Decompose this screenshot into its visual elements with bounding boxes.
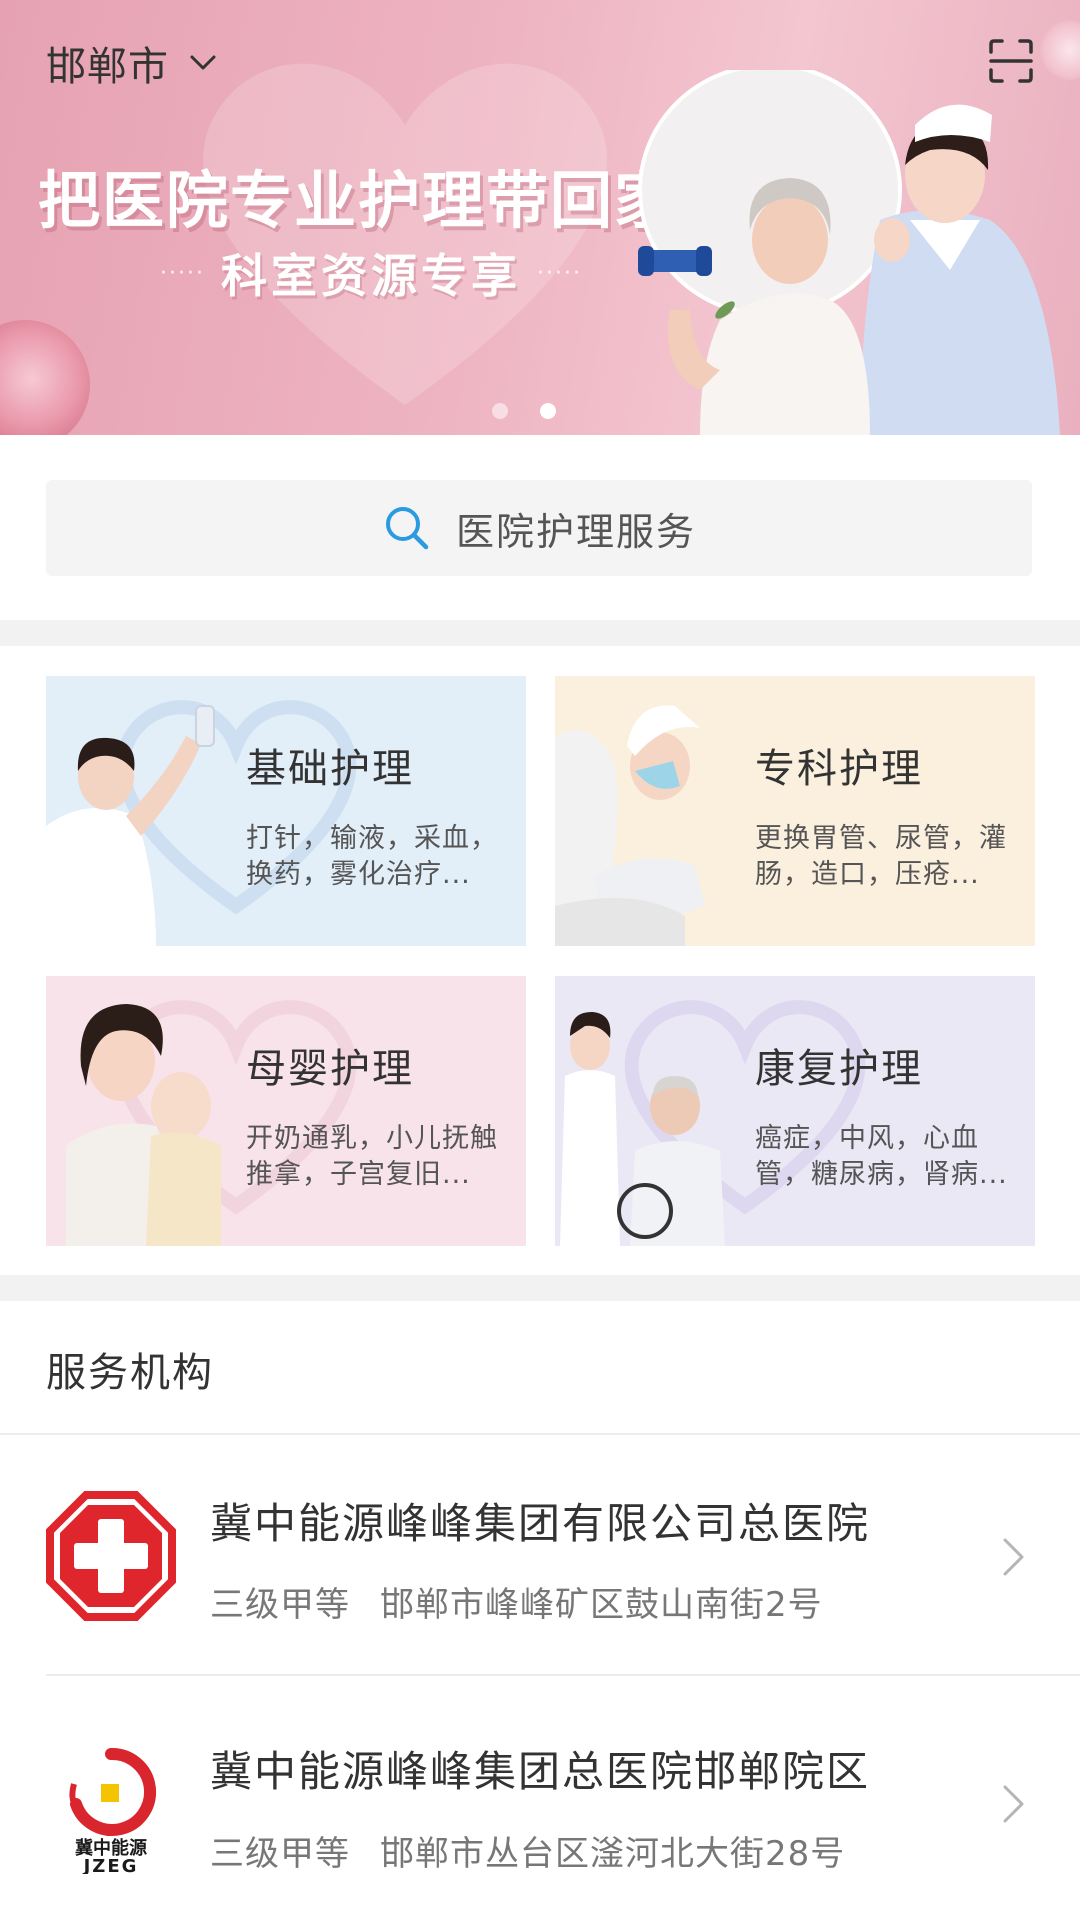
- institution-item[interactable]: 冀中能源 JZEG 冀中能源峰峰集团总医院邯郸院区 三级甲等 邯郸市丛台区滏河北…: [0, 1676, 1080, 1921]
- dotted-line: ·····: [536, 260, 582, 286]
- section-title-institutions: 服务机构: [46, 1350, 214, 1396]
- carousel-indicator[interactable]: [492, 403, 556, 419]
- hero-banner[interactable]: 邯郸市 把医院专业护理带回家 ····· 科室资源专享 ·····: [0, 0, 1080, 435]
- section-divider: [0, 1275, 1080, 1301]
- institution-name: 冀中能源峰峰集团总医院邯郸院区: [210, 1747, 871, 1796]
- service-desc: 打针，输液，采血，换药，雾化治疗...: [246, 823, 498, 890]
- institution-level: 三级甲等: [210, 1834, 350, 1874]
- service-title: 康复护理: [755, 1046, 923, 1092]
- institution-name: 冀中能源峰峰集团有限公司总医院: [210, 1499, 871, 1548]
- jzeg-logo: 冀中能源 JZEG: [69, 1747, 157, 1874]
- service-card-basic-nursing[interactable]: 基础护理 打针，输液，采血，换药，雾化治疗...: [46, 676, 526, 946]
- service-card-rehabilitation-nursing[interactable]: 康复护理 癌症，中风，心血管，糖尿病，肾病...: [555, 976, 1035, 1246]
- banner-subslogan-row: ····· 科室资源专享 ·····: [160, 240, 582, 306]
- city-selector[interactable]: 邯郸市: [46, 38, 219, 90]
- service-card-specialty-nursing[interactable]: 专科护理 更换胃管、尿管，灌肠，造口，压疮...: [555, 676, 1035, 946]
- section-divider: [0, 620, 1080, 646]
- chevron-down-icon: [190, 55, 216, 70]
- banner-subslogan: 科室资源专享: [220, 249, 521, 303]
- mother-baby-photo: [66, 1004, 221, 1246]
- chevron-right-icon: [1003, 1538, 1024, 1576]
- nurse-procedure-photo: [555, 705, 705, 946]
- nurse-elderly-photo: [638, 70, 1060, 435]
- service-desc: 癌症，中风，心血管，糖尿病，肾病...: [755, 1123, 1008, 1190]
- institution-meta: 三级甲等 邯郸市峰峰矿区鼓山南街2号: [210, 1577, 823, 1626]
- institution-meta: 三级甲等 邯郸市丛台区滏河北大街28号: [210, 1826, 845, 1875]
- institution-item[interactable]: 冀中能源峰峰集团有限公司总医院 三级甲等 邯郸市峰峰矿区鼓山南街2号: [0, 1435, 1080, 1680]
- institution-level: 三级甲等: [210, 1585, 350, 1625]
- rose-decoration: [0, 320, 90, 435]
- service-desc: 开奶通乳，小儿抚触推拿，子宫复旧...: [246, 1123, 498, 1190]
- service-title: 基础护理: [246, 746, 414, 792]
- hospital-cross-logo: [46, 1491, 176, 1621]
- city-label: 邯郸市: [46, 44, 169, 90]
- service-desc: 更换胃管、尿管，灌肠，造口，压疮...: [755, 823, 1007, 890]
- search-icon: [385, 507, 429, 550]
- institution-address: 邯郸市丛台区滏河北大街28号: [380, 1834, 846, 1874]
- logo-abbr: JZEG: [82, 1856, 139, 1874]
- carousel-dot-active[interactable]: [540, 403, 556, 419]
- search-input[interactable]: 医院护理服务: [46, 480, 1032, 576]
- service-title: 母婴护理: [246, 1046, 414, 1092]
- dotted-line: ·····: [160, 260, 205, 286]
- banner-slogan: 把医院专业护理带回家: [38, 164, 679, 237]
- search-placeholder: 医院护理服务: [455, 509, 696, 554]
- nurse-iv-photo: [46, 705, 215, 946]
- chevron-right-icon: [1003, 1785, 1024, 1823]
- carousel-dot[interactable]: [492, 403, 508, 419]
- service-title: 专科护理: [755, 746, 923, 792]
- nurse-wheelchair-photo: [560, 1011, 725, 1246]
- institution-address: 邯郸市峰峰矿区鼓山南街2号: [380, 1585, 823, 1625]
- service-card-maternal-infant-nursing[interactable]: 母婴护理 开奶通乳，小儿抚触推拿，子宫复旧...: [46, 976, 526, 1246]
